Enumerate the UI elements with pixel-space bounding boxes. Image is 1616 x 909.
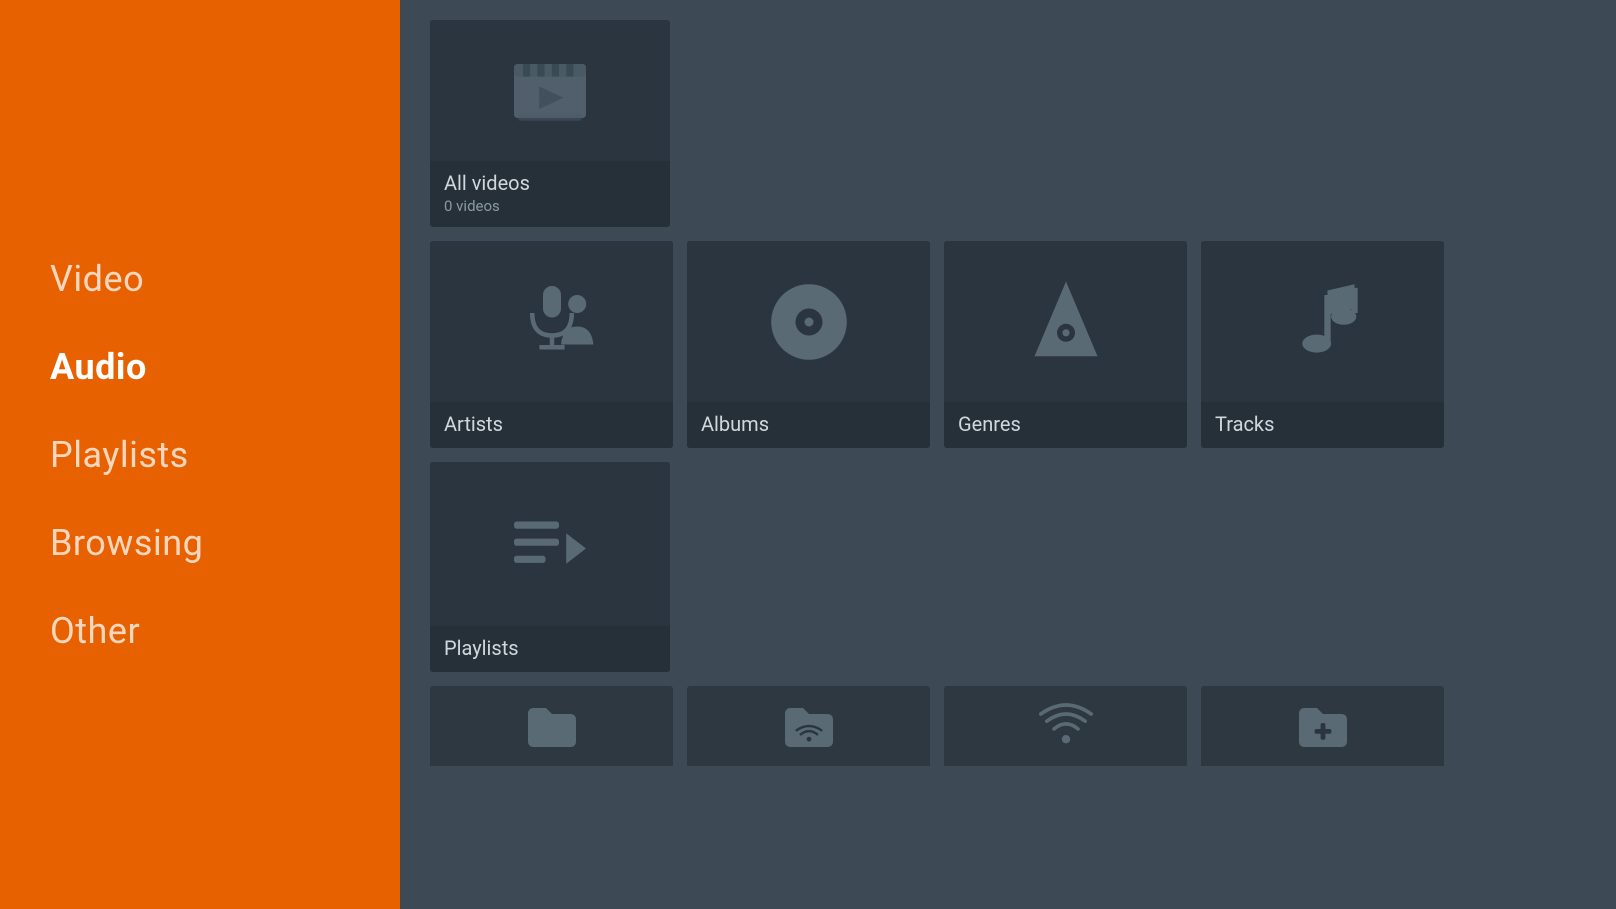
add-folder-icon: [1293, 696, 1353, 756]
albums-icon-area: [687, 241, 930, 402]
card-all-videos[interactable]: All videos 0 videos: [430, 20, 670, 227]
playlists-label-area: Playlists: [430, 626, 670, 672]
card-playlists[interactable]: Playlists: [430, 462, 670, 672]
all-videos-icon-area: [430, 20, 670, 161]
folder-icon: [522, 696, 582, 756]
all-videos-label: All videos: [444, 171, 656, 195]
card-tracks[interactable]: Tracks: [1201, 241, 1444, 448]
tracks-icon: [1278, 277, 1368, 367]
playlists-icon: [505, 499, 595, 589]
artists-icon: [507, 277, 597, 367]
playlists-icon-area: [430, 462, 670, 626]
film-icon: [505, 46, 595, 136]
genres-label-area: Genres: [944, 402, 1187, 448]
card-artists[interactable]: Artists: [430, 241, 673, 448]
row-browsing: [430, 686, 1596, 766]
card-albums[interactable]: Albums: [687, 241, 930, 448]
card-upnp[interactable]: [944, 686, 1187, 766]
sidebar-item-other[interactable]: Other: [50, 592, 350, 670]
upnp-icon: [1036, 696, 1096, 756]
artists-icon-area: [430, 241, 673, 402]
tracks-label: Tracks: [1215, 412, 1430, 436]
sidebar-item-video[interactable]: Video: [50, 240, 350, 318]
albums-label: Albums: [701, 412, 916, 436]
row-audio-categories: Artists Albums: [430, 241, 1596, 448]
artists-label-area: Artists: [430, 402, 673, 448]
row-videos: All videos 0 videos: [430, 20, 1596, 227]
tracks-icon-area: [1201, 241, 1444, 402]
sidebar-item-audio[interactable]: Audio: [50, 328, 350, 406]
tracks-label-area: Tracks: [1201, 402, 1444, 448]
albums-label-area: Albums: [687, 402, 930, 448]
sidebar-item-playlists[interactable]: Playlists: [50, 416, 350, 494]
genres-icon-area: [944, 241, 1187, 402]
card-add-folder[interactable]: [1201, 686, 1444, 766]
card-network-folder[interactable]: [687, 686, 930, 766]
network-folder-icon: [779, 696, 839, 756]
card-local-folder[interactable]: [430, 686, 673, 766]
genres-icon: [1021, 277, 1111, 367]
sidebar-item-browsing[interactable]: Browsing: [50, 504, 350, 582]
genres-label: Genres: [958, 412, 1173, 436]
all-videos-sublabel: 0 videos: [444, 197, 656, 215]
main-content: All videos 0 videos Arti: [400, 0, 1616, 909]
card-genres[interactable]: Genres: [944, 241, 1187, 448]
sidebar: Video Audio Playlists Browsing Other: [0, 0, 400, 909]
row-playlists: Playlists: [430, 462, 1596, 672]
albums-icon: [764, 277, 854, 367]
playlists-card-label: Playlists: [444, 636, 656, 660]
all-videos-label-area: All videos 0 videos: [430, 161, 670, 227]
artists-label: Artists: [444, 412, 659, 436]
